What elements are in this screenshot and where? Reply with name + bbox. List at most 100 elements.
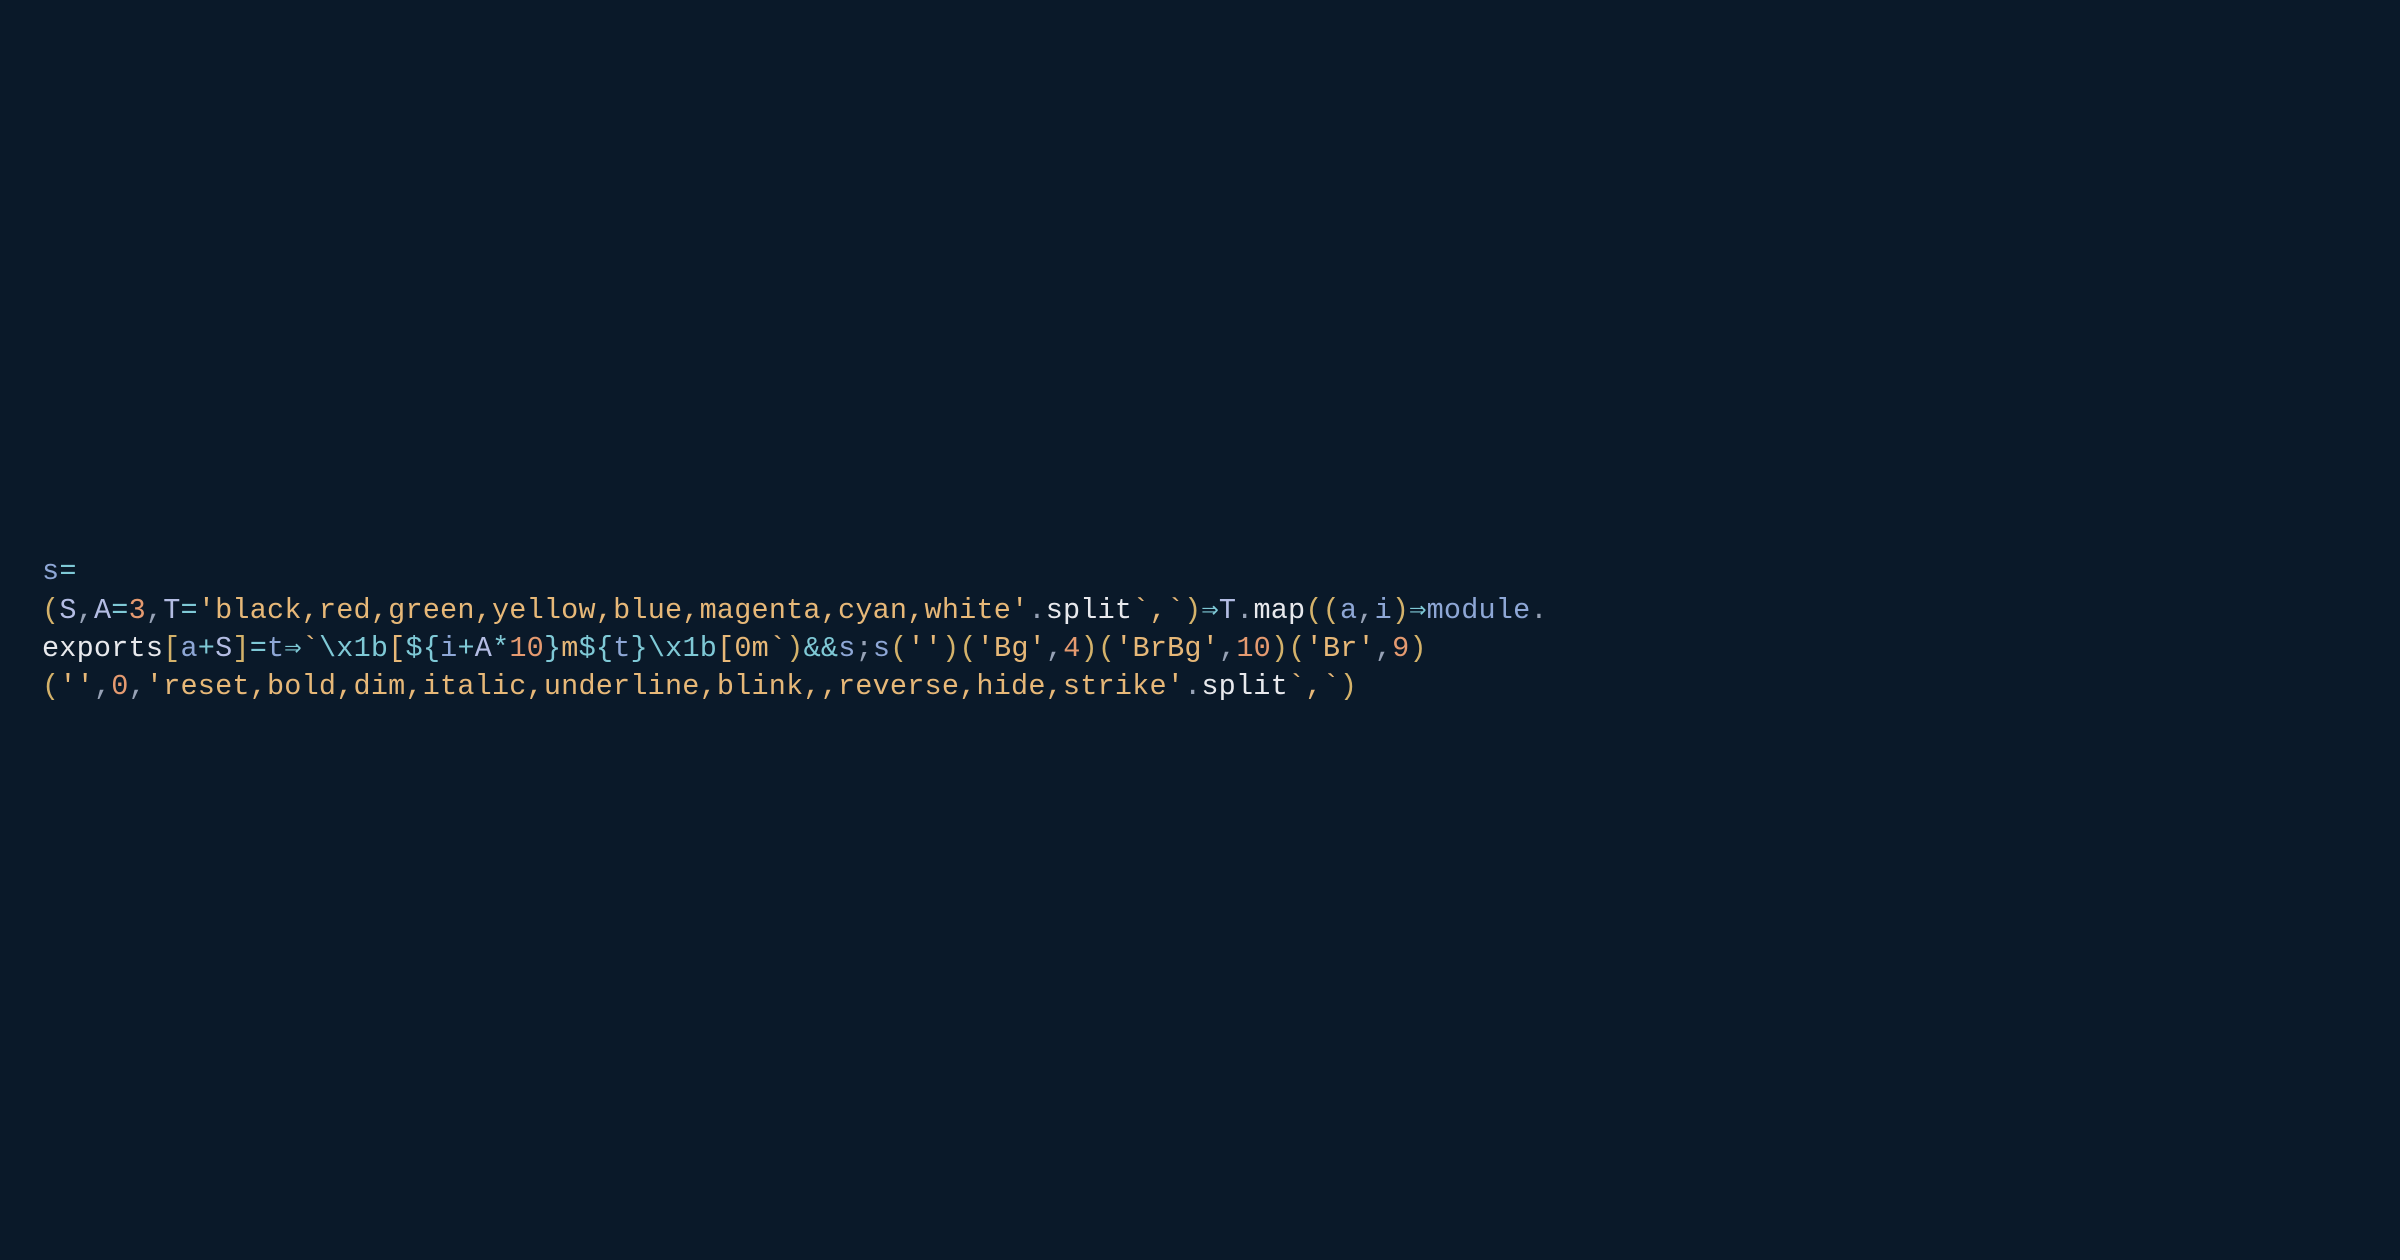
arrow: ⇒ [284, 632, 301, 665]
method: split [1046, 594, 1133, 627]
backtick: ` [1132, 594, 1149, 627]
string: black,red,green,yellow,blue,magenta,cyan… [215, 594, 1011, 627]
dot: . [1184, 670, 1201, 703]
string: [ [388, 632, 405, 665]
identifier: t [267, 632, 284, 665]
comma: , [94, 670, 111, 703]
comma: , [1219, 632, 1236, 665]
method: map [1253, 594, 1305, 627]
identifier: S [215, 632, 232, 665]
number: 10 [1236, 632, 1271, 665]
paren: ( [42, 670, 59, 703]
operator: + [198, 632, 215, 665]
paren: ) [786, 632, 803, 665]
quote: ' [977, 632, 994, 665]
template-close: } [631, 632, 648, 665]
identifier: s [873, 632, 890, 665]
number: 9 [1392, 632, 1409, 665]
property: exports [42, 632, 163, 665]
string: reset,bold,dim,italic,underline,blink,,r… [163, 670, 1167, 703]
identifier: i [440, 632, 457, 665]
code-line-2: (S,A=3,T='black,red,green,yellow,blue,ma… [42, 592, 2400, 630]
escape: \x1b [319, 632, 388, 665]
number: 10 [509, 632, 544, 665]
backtick: ` [769, 632, 786, 665]
method: split [1201, 670, 1288, 703]
arrow: ⇒ [1409, 594, 1426, 627]
comma: , [1046, 632, 1063, 665]
identifier: s [42, 555, 59, 588]
number: 3 [129, 594, 146, 627]
string: Bg [994, 632, 1029, 665]
string: Br [1323, 632, 1358, 665]
identifier: T [1219, 594, 1236, 627]
operator: = [59, 555, 76, 588]
comma: , [1357, 594, 1374, 627]
dot: . [1236, 594, 1253, 627]
paren: ( [1305, 594, 1322, 627]
quote: ' [146, 670, 163, 703]
paren: ) [942, 632, 959, 665]
identifier: T [163, 594, 180, 627]
identifier: A [94, 594, 111, 627]
comma: , [77, 594, 94, 627]
string: [0m [717, 632, 769, 665]
paren: ) [1409, 632, 1426, 665]
operator: && [804, 632, 839, 665]
quote: ' [59, 670, 76, 703]
paren: ( [890, 632, 907, 665]
identifier: S [59, 594, 76, 627]
number: 0 [111, 670, 128, 703]
backtick: ` [302, 632, 319, 665]
escape: \x1b [648, 632, 717, 665]
paren: ( [1288, 632, 1305, 665]
identifier: t [613, 632, 630, 665]
quote: ' [907, 632, 924, 665]
comma: , [146, 594, 163, 627]
comma: , [129, 670, 146, 703]
operator: + [457, 632, 474, 665]
string: , [1150, 594, 1167, 627]
dot: . [1530, 594, 1547, 627]
paren: ) [1081, 632, 1098, 665]
quote: ' [1167, 670, 1184, 703]
operator: * [492, 632, 509, 665]
quote: ' [198, 594, 215, 627]
backtick: ` [1288, 670, 1305, 703]
bracket: [ [163, 632, 180, 665]
code-line-1: s= [42, 553, 2400, 591]
string: BrBg [1133, 632, 1202, 665]
paren: ( [1323, 594, 1340, 627]
paren: ( [959, 632, 976, 665]
paren: ) [1184, 594, 1201, 627]
quote: ' [1202, 632, 1219, 665]
arrow: ⇒ [1201, 594, 1218, 627]
identifier: a [180, 632, 197, 665]
quote: ' [1358, 632, 1375, 665]
paren: ) [1271, 632, 1288, 665]
operator: = [111, 594, 128, 627]
semicolon: ; [856, 632, 873, 665]
code-line-4: ('',0,'reset,bold,dim,italic,underline,b… [42, 668, 2400, 706]
identifier: i [1375, 594, 1392, 627]
dot: . [1028, 594, 1045, 627]
quote: ' [77, 670, 94, 703]
quote: ' [1306, 632, 1323, 665]
paren: ( [42, 594, 59, 627]
paren: ( [1098, 632, 1115, 665]
identifier: module [1427, 594, 1531, 627]
string: , [1305, 670, 1322, 703]
backtick: ` [1323, 670, 1340, 703]
string: m [561, 632, 578, 665]
template-open: ${ [406, 632, 441, 665]
identifier: s [838, 632, 855, 665]
quote: ' [925, 632, 942, 665]
number: 4 [1063, 632, 1080, 665]
bracket: ] [232, 632, 249, 665]
identifier: A [475, 632, 492, 665]
paren: ) [1340, 670, 1357, 703]
quote: ' [1029, 632, 1046, 665]
comma: , [1375, 632, 1392, 665]
identifier: a [1340, 594, 1357, 627]
operator: = [181, 594, 198, 627]
